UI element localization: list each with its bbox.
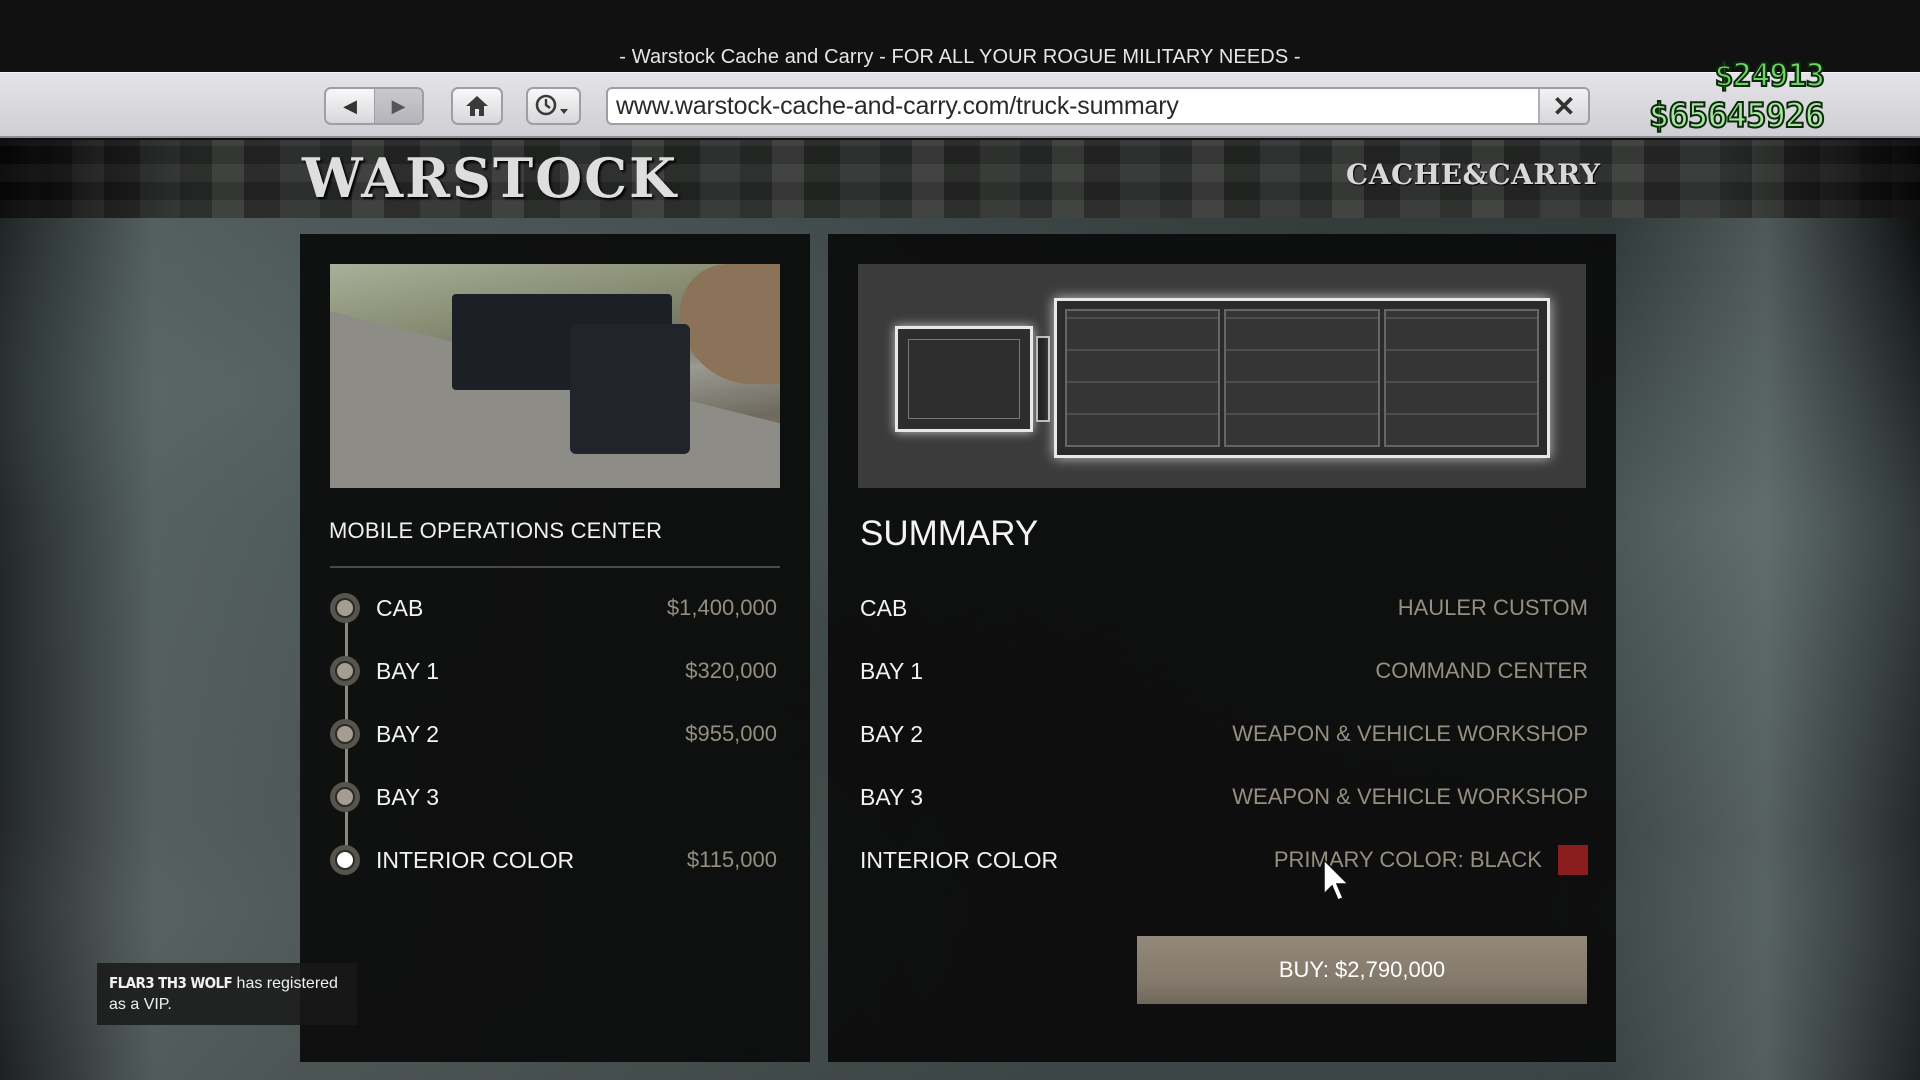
mouse-cursor-icon — [1323, 858, 1350, 901]
back-button[interactable]: ◀ — [326, 89, 374, 123]
summary-key: CAB — [860, 594, 908, 621]
blueprint-bay-1 — [1065, 309, 1221, 447]
step-cab[interactable]: CAB $1,400,000 — [330, 592, 780, 624]
blueprint-hitch — [1036, 336, 1050, 422]
step-radio-icon — [330, 593, 360, 623]
bank-cash: $65645926 — [1648, 95, 1826, 137]
step-radio-icon — [330, 782, 360, 812]
summary-value: WEAPON & VEHICLE WORKSHOP — [1232, 784, 1588, 809]
truck-blueprint — [858, 264, 1586, 488]
vehicle-photo — [330, 264, 780, 488]
warstock-logo[interactable]: WARSTOCK — [302, 146, 678, 210]
color-swatch — [1558, 845, 1588, 875]
step-radio-active-icon — [330, 845, 360, 875]
summary-row-bay-3: BAY 3 WEAPON & VEHICLE WORKSHOP — [860, 780, 1588, 814]
summary-value: COMMAND CENTER — [1375, 658, 1588, 683]
step-bay-1[interactable]: BAY 1 $320,000 — [330, 655, 780, 687]
address-bar[interactable]: www.warstock-cache-and-carry.com/truck-s… — [606, 87, 1590, 125]
step-bay-3[interactable]: BAY 3 — [330, 781, 780, 813]
clock-dropdown-icon — [535, 94, 568, 116]
vehicle-title: MOBILE OPERATIONS CENTER — [329, 518, 663, 543]
title-strip: - Warstock Cache and Carry - FOR ALL YOU… — [0, 0, 1920, 72]
step-radio-icon — [330, 656, 360, 686]
photo-cab — [570, 324, 690, 454]
step-label: BAY 1 — [376, 657, 440, 684]
summary-key: BAY 1 — [860, 657, 924, 684]
home-icon — [466, 96, 488, 116]
summary-title: SUMMARY — [860, 514, 1039, 553]
summary-row-bay-2: BAY 2 WEAPON & VEHICLE WORKSHOP — [860, 717, 1588, 751]
vip-notification: FLAR3 TH3 WOLF has registered as a VIP. — [97, 963, 357, 1025]
step-label: CAB — [376, 594, 424, 621]
step-price: $955,000 — [685, 721, 777, 746]
nav-button-group: ◀ ▶ — [324, 87, 424, 125]
blueprint-cab — [895, 326, 1033, 432]
summary-key: BAY 3 — [860, 783, 924, 810]
step-interior-color[interactable]: INTERIOR COLOR $115,000 — [330, 844, 780, 876]
summary-value: HAULER CUSTOM — [1397, 595, 1588, 620]
summary-panel: SUMMARY CAB HAULER CUSTOM BAY 1 COMMAND … — [828, 234, 1616, 1062]
forward-arrow-icon: ▶ — [391, 95, 406, 116]
step-label: BAY 2 — [376, 720, 440, 747]
step-radio-icon — [330, 719, 360, 749]
cache-and-carry-logo: CACHE&CARRY — [1346, 158, 1601, 191]
back-arrow-icon: ◀ — [343, 95, 357, 116]
history-button[interactable] — [526, 87, 581, 125]
step-label: BAY 3 — [376, 783, 440, 810]
browser-toolbar: ◀ ▶ www.warstock-cache-and-carry.com/tru… — [0, 72, 1920, 138]
summary-row-bay-1: BAY 1 COMMAND CENTER — [860, 654, 1588, 688]
blueprint-bay-3 — [1383, 309, 1539, 447]
url-input[interactable]: www.warstock-cache-and-carry.com/truck-s… — [608, 89, 1538, 123]
step-label: INTERIOR COLOR — [376, 846, 575, 873]
forward-button[interactable]: ▶ — [374, 89, 422, 123]
summary-value: WEAPON & VEHICLE WORKSHOP — [1232, 721, 1588, 746]
blueprint-bay-2 — [1224, 309, 1380, 447]
step-price: $320,000 — [685, 658, 777, 683]
summary-key: INTERIOR COLOR — [860, 846, 1059, 873]
player-name: FLAR3 TH3 WOLF — [109, 974, 233, 992]
divider — [330, 566, 780, 568]
buy-button[interactable]: BUY: $2,790,000 — [1137, 936, 1587, 1004]
site-header: WARSTOCK CACHE&CARRY — [0, 140, 1920, 218]
home-button[interactable] — [451, 87, 503, 125]
window-title: - Warstock Cache and Carry - FOR ALL YOU… — [619, 46, 1301, 68]
step-price: $115,000 — [686, 847, 777, 872]
summary-row-interior-color: INTERIOR COLOR PRIMARY COLOR: BLACK — [860, 843, 1588, 877]
blueprint-trailer — [1054, 298, 1550, 458]
summary-key: BAY 2 — [860, 720, 924, 747]
vehicle-config-panel: MOBILE OPERATIONS CENTER CAB $1,400,000 … — [300, 234, 810, 1062]
summary-value: PRIMARY COLOR: BLACK — [1273, 847, 1542, 872]
summary-row-cab: CAB HAULER CUSTOM — [860, 591, 1588, 625]
close-x-icon: ✕ — [1552, 90, 1576, 122]
clear-url-button[interactable]: ✕ — [1538, 89, 1588, 123]
step-price: $1,400,000 — [666, 595, 777, 620]
photo-hill — [680, 264, 780, 384]
wallet-cash: $24913 — [1713, 55, 1826, 95]
step-bay-2[interactable]: BAY 2 $955,000 — [330, 718, 780, 750]
